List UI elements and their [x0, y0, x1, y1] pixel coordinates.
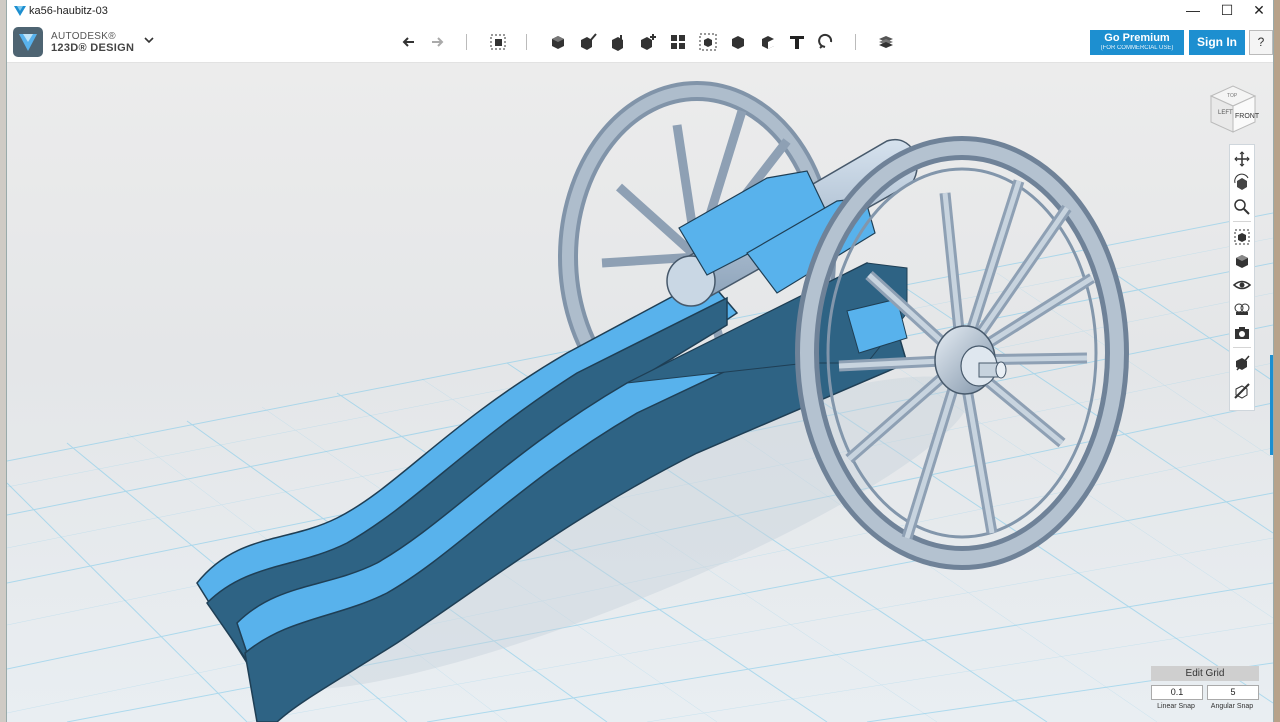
- snap-icon[interactable]: [815, 30, 839, 54]
- edit-grid-button[interactable]: Edit Grid: [1151, 666, 1259, 681]
- 3d-scene: [7, 63, 1273, 722]
- linear-snap-input[interactable]: 0.1: [1151, 685, 1203, 700]
- camera-icon[interactable]: [1232, 323, 1252, 343]
- go-premium-label: Go Premium: [1104, 32, 1170, 44]
- main-toolbar: AUTODESK® 123D® DESIGN Go Premium (FOR C…: [7, 22, 1273, 63]
- maximize-button[interactable]: ☐: [1211, 0, 1243, 22]
- brand-autodesk: AUTODESK®: [51, 31, 116, 42]
- fit-icon[interactable]: [1232, 227, 1252, 247]
- app-logo[interactable]: [13, 27, 43, 57]
- modify-icon[interactable]: [636, 30, 660, 54]
- zoom-icon[interactable]: [1232, 197, 1252, 217]
- view-cube[interactable]: LEFT FRONT TOP: [1205, 80, 1261, 136]
- transform-icon[interactable]: [486, 30, 510, 54]
- toolbar-divider: [526, 34, 527, 50]
- title-bar: ka56-haubitz-03 — ☐ ✕: [7, 0, 1273, 22]
- material-icon[interactable]: [874, 30, 898, 54]
- sign-in-button[interactable]: Sign In: [1189, 30, 1245, 55]
- orbit-icon[interactable]: [1232, 173, 1252, 193]
- visibility-icon[interactable]: [1232, 275, 1252, 295]
- combine-icon[interactable]: [726, 30, 750, 54]
- pattern-icon[interactable]: [666, 30, 690, 54]
- grouping-icon[interactable]: [696, 30, 720, 54]
- view-cube-top[interactable]: TOP: [1227, 93, 1238, 99]
- navigation-bar: [1229, 144, 1255, 411]
- view-cube-left[interactable]: LEFT: [1218, 110, 1233, 116]
- side-scroll-indicator[interactable]: [1270, 355, 1273, 455]
- toolbar-divider: [466, 34, 467, 50]
- views-icon[interactable]: [1232, 251, 1252, 271]
- text-icon[interactable]: [785, 30, 809, 54]
- minimize-button[interactable]: —: [1177, 0, 1209, 22]
- help-button[interactable]: ?: [1249, 30, 1273, 55]
- sketch-icon[interactable]: [576, 30, 600, 54]
- close-button[interactable]: ✕: [1243, 0, 1273, 22]
- angular-snap-label: Angular Snap: [1210, 703, 1254, 710]
- go-premium-button[interactable]: Go Premium (FOR COMMERCIAL USE): [1090, 30, 1184, 55]
- view-cube-front[interactable]: FRONT: [1235, 113, 1260, 120]
- linear-snap-label: Linear Snap: [1157, 703, 1195, 710]
- window-title: ka56-haubitz-03: [29, 5, 108, 17]
- app-menu-chevron-icon[interactable]: [141, 32, 157, 48]
- pan-icon[interactable]: [1232, 149, 1252, 169]
- go-premium-sublabel: (FOR COMMERCIAL USE): [1100, 45, 1174, 51]
- angular-snap-input[interactable]: 5: [1207, 685, 1259, 700]
- settings-icon[interactable]: [1232, 381, 1252, 401]
- outliner-icon[interactable]: [1232, 353, 1252, 373]
- redo-icon[interactable]: [425, 30, 449, 54]
- toolbar-divider: [855, 34, 856, 50]
- undo-icon[interactable]: [397, 30, 421, 54]
- construct-icon[interactable]: [606, 30, 630, 54]
- app-icon: [13, 4, 27, 18]
- primitives-icon[interactable]: [546, 30, 570, 54]
- brand-product: 123D® DESIGN: [51, 42, 135, 54]
- 3d-viewport[interactable]: LEFT FRONT TOP: [7, 63, 1273, 722]
- grid-panel: Edit Grid 0.1 5 Linear Snap Angular Snap: [1151, 666, 1259, 710]
- app-window: ka56-haubitz-03 — ☐ ✕ AUTODESK® 123D® DE…: [6, 0, 1274, 722]
- materials-icon[interactable]: [1232, 299, 1252, 319]
- measure-icon[interactable]: [756, 30, 780, 54]
